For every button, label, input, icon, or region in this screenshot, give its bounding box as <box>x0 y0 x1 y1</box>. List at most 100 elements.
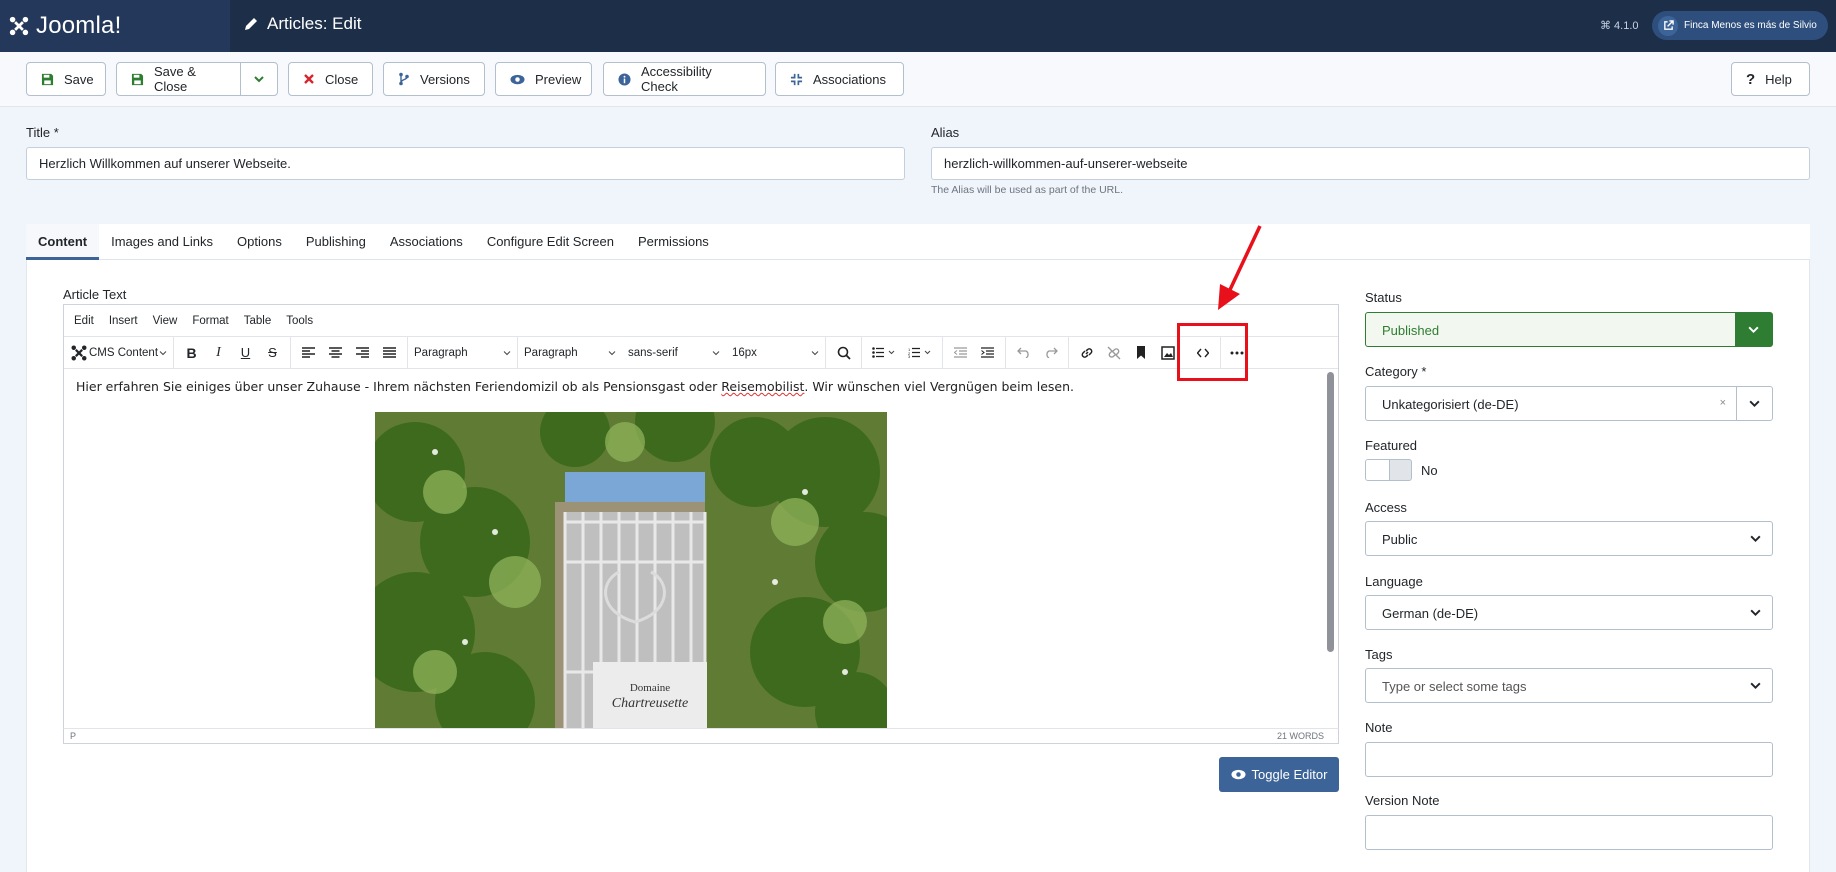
save-options-dropdown[interactable] <box>240 63 277 95</box>
outdent-icon[interactable] <box>947 339 974 367</box>
article-image[interactable]: Domaine Chartreusette <box>375 412 887 730</box>
unlink-icon[interactable] <box>1100 339 1127 367</box>
annotation-highlight-box <box>1177 323 1248 381</box>
status-dropdown-toggle[interactable] <box>1735 313 1772 346</box>
version-note-label: Version Note <box>1365 793 1440 808</box>
featured-value: No <box>1421 463 1438 478</box>
accessibility-check-button[interactable]: Accessibility Check <box>603 62 766 96</box>
numbered-list-icon[interactable]: 123 <box>902 339 938 367</box>
help-button[interactable]: ? Help <box>1731 62 1810 96</box>
save-close-button[interactable]: Save & Close <box>116 62 278 96</box>
indent-icon[interactable] <box>974 339 1001 367</box>
branch-icon <box>398 72 410 86</box>
menu-edit[interactable]: Edit <box>74 315 94 327</box>
menu-view[interactable]: View <box>153 315 178 327</box>
category-label: Category * <box>1365 364 1427 379</box>
tab-images-and-links[interactable]: Images and Links <box>99 224 225 260</box>
featured-switch[interactable] <box>1365 459 1412 481</box>
paragraph-text-end: . Wir wünschen viel Vergnügen beim lesen… <box>804 379 1074 394</box>
align-justify-icon[interactable] <box>376 339 403 367</box>
bookmark-icon[interactable] <box>1127 339 1154 367</box>
tab-associations[interactable]: Associations <box>378 224 475 260</box>
undo-icon[interactable] <box>1010 339 1037 367</box>
tab-content[interactable]: Content <box>26 224 100 260</box>
link-icon[interactable] <box>1073 339 1100 367</box>
article-paragraph: Hier erfahren Sie einiges über unser Zuh… <box>76 379 1074 394</box>
menu-format[interactable]: Format <box>192 315 228 327</box>
action-toolbar: Save Save & Close Close Versions Preview… <box>0 52 1836 107</box>
language-value: German (de-DE) <box>1382 606 1479 621</box>
tab-permissions[interactable]: Permissions <box>626 224 721 260</box>
joomla-logo[interactable]: Joomla! <box>0 0 230 52</box>
font-family-dropdown[interactable]: sans-serif <box>622 337 726 368</box>
menu-insert[interactable]: Insert <box>109 315 138 327</box>
preview-button[interactable]: Preview <box>495 62 592 96</box>
text-style-group: B I U S <box>174 337 291 368</box>
category-value: Unkategorisiert (de-DE) <box>1382 397 1519 412</box>
list-group: 123 <box>862 337 943 368</box>
pencil-icon <box>245 18 257 30</box>
bullet-list-icon[interactable] <box>866 339 902 367</box>
font-size-dropdown[interactable]: 16px <box>726 337 826 368</box>
title-label: Title * <box>26 125 59 140</box>
note-label: Note <box>1365 720 1393 735</box>
switch-knob <box>1366 460 1390 480</box>
note-input[interactable] <box>1365 742 1773 777</box>
tab-options[interactable]: Options <box>225 224 294 260</box>
font-size-label: 16px <box>732 346 757 359</box>
toggle-editor-button[interactable]: Toggle Editor <box>1219 757 1339 792</box>
category-dropdown-toggle[interactable] <box>1736 387 1772 420</box>
tab-publishing[interactable]: Publishing <box>294 224 378 260</box>
logo-text: Joomla! <box>36 12 122 39</box>
font-family-label: sans-serif <box>628 346 678 359</box>
site-name: Finca Menos es más de Silvio <box>1684 20 1817 31</box>
cms-content-dropdown[interactable]: CMS Content <box>64 337 174 368</box>
block-format-label: Paragraph <box>414 346 468 359</box>
versions-button[interactable]: Versions <box>383 62 485 96</box>
version-note-input[interactable] <box>1365 815 1773 850</box>
align-center-icon[interactable] <box>322 339 349 367</box>
cms-content-label: CMS Content <box>88 346 159 359</box>
access-value: Public <box>1382 532 1418 547</box>
align-left-icon[interactable] <box>295 339 322 367</box>
bold-icon[interactable]: B <box>178 339 205 367</box>
style-format-dropdown[interactable]: Paragraph <box>518 337 622 368</box>
clear-icon[interactable]: × <box>1720 397 1726 409</box>
align-right-icon[interactable] <box>349 339 376 367</box>
page-title-text: Articles: Edit <box>267 14 362 33</box>
chevron-down-icon <box>811 350 819 355</box>
language-label: Language <box>1365 574 1423 589</box>
search-icon[interactable] <box>830 339 857 367</box>
save-button[interactable]: Save <box>26 62 106 96</box>
title-input[interactable]: Herzlich Willkommen auf unserer Webseite… <box>26 147 905 180</box>
element-path[interactable]: P <box>70 731 76 741</box>
view-site-button[interactable]: Finca Menos es más de Silvio <box>1652 11 1828 40</box>
version-label: ⌘ 4.1.0 <box>1600 20 1639 32</box>
editor-scrollbar[interactable] <box>1327 372 1334 652</box>
access-select[interactable]: Public <box>1365 521 1773 556</box>
page-title: Articles: Edit <box>243 14 361 34</box>
strikethrough-icon[interactable]: S <box>259 339 286 367</box>
compress-icon <box>790 73 803 86</box>
category-select[interactable]: Unkategorisiert (de-DE) × <box>1365 386 1773 421</box>
associations-button[interactable]: Associations <box>775 62 904 96</box>
tags-placeholder: Type or select some tags <box>1382 679 1527 694</box>
menu-table[interactable]: Table <box>244 315 272 327</box>
underline-icon[interactable]: U <box>232 339 259 367</box>
close-button[interactable]: Close <box>288 62 373 96</box>
chevron-down-icon <box>1750 535 1761 543</box>
help-label: Help <box>1765 71 1792 87</box>
tags-select[interactable]: Type or select some tags <box>1365 668 1773 703</box>
tab-configure-edit-screen[interactable]: Configure Edit Screen <box>475 224 626 260</box>
redo-icon[interactable] <box>1037 339 1064 367</box>
chevron-down-icon <box>1749 400 1760 408</box>
question-icon: ? <box>1746 70 1756 88</box>
access-label: Access <box>1365 500 1407 515</box>
language-select[interactable]: German (de-DE) <box>1365 595 1773 630</box>
block-format-dropdown[interactable]: Paragraph <box>408 337 518 368</box>
status-select[interactable]: Published <box>1365 312 1773 347</box>
preview-label: Preview <box>535 71 582 87</box>
alias-input[interactable]: herzlich-willkommen-auf-unserer-webseite <box>931 147 1810 180</box>
italic-icon[interactable]: I <box>205 339 232 367</box>
menu-tools[interactable]: Tools <box>286 315 313 327</box>
